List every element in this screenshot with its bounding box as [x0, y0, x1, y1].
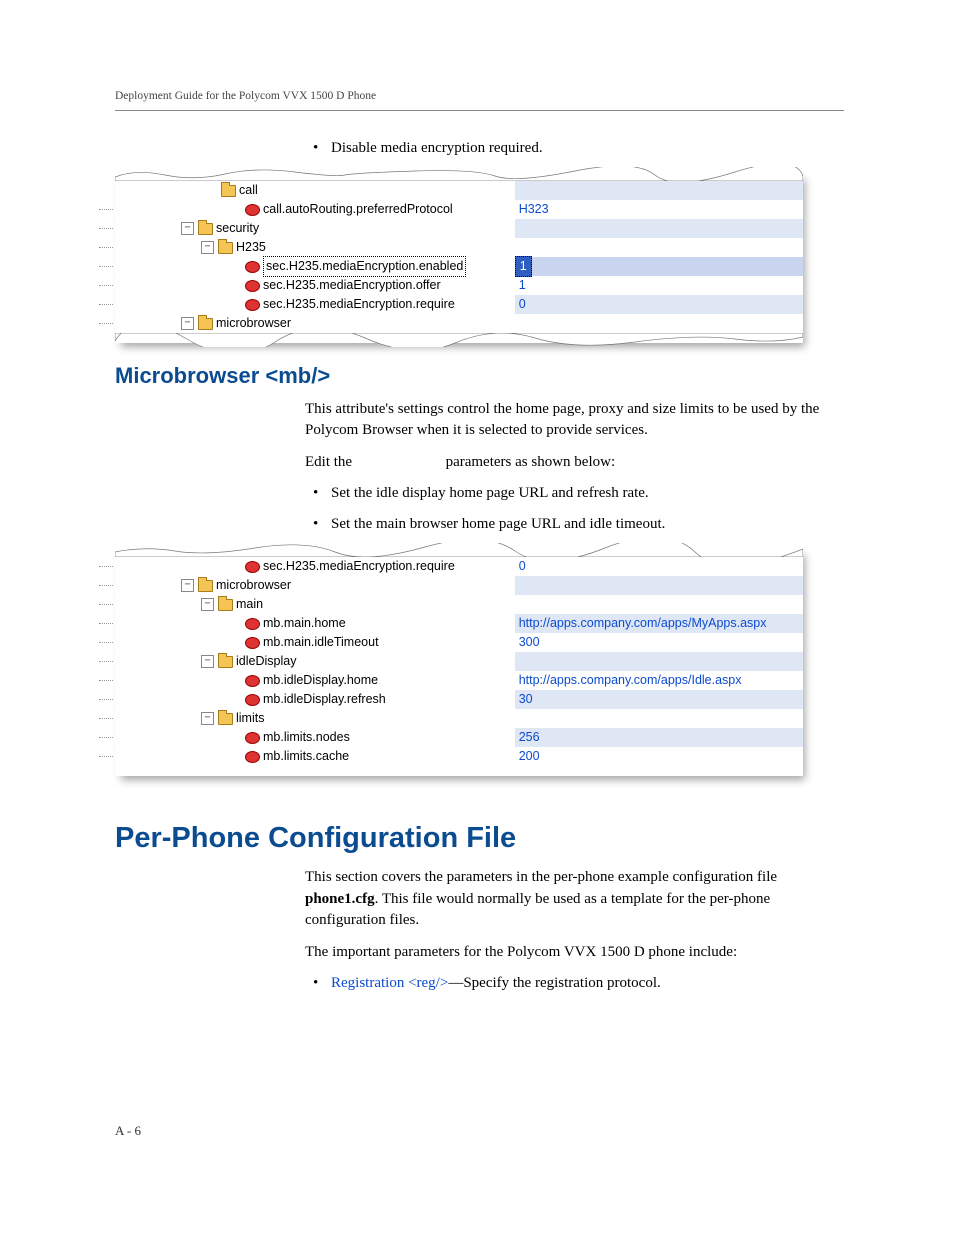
- param-icon: [245, 204, 260, 216]
- tree-item[interactable]: mb.main.home: [263, 614, 346, 633]
- tree-item[interactable]: mb.limits.cache: [263, 747, 349, 766]
- param-icon: [245, 618, 260, 630]
- bullet-registration: Registration <reg/>—Specify the registra…: [305, 974, 844, 994]
- collapse-icon[interactable]: −: [201, 712, 214, 725]
- tree-value: 30: [515, 690, 533, 709]
- param-icon: [245, 280, 260, 292]
- param-icon: [245, 561, 260, 573]
- tree-value: H323: [515, 200, 549, 219]
- tree-fragment-top: sec.H235.mediaEncryption.require: [263, 557, 455, 576]
- tree-value: http://apps.company.com/apps/Idle.aspx: [515, 671, 742, 690]
- paragraph: The important parameters for the Polycom…: [305, 942, 844, 964]
- tree-value: http://apps.company.com/apps/MyApps.aspx: [515, 614, 767, 633]
- collapse-icon[interactable]: −: [181, 317, 194, 330]
- folder-icon: [221, 185, 236, 197]
- tree-value: 256: [515, 728, 540, 747]
- heading-per-phone-config: Per-Phone Configuration File: [115, 822, 844, 855]
- tree-item[interactable]: sec.H235.mediaEncryption.offer: [263, 276, 441, 295]
- tree-value: 200: [515, 747, 540, 766]
- tree-item-selected[interactable]: sec.H235.mediaEncryption.enabled: [263, 256, 466, 277]
- paragraph: This attribute's settings control the ho…: [305, 399, 844, 443]
- config-tree-call-security: call call.autoRouting.preferredProtocol …: [115, 171, 803, 343]
- paragraph: This section covers the parameters in th…: [305, 867, 844, 932]
- tree-item[interactable]: mb.main.idleTimeout: [263, 633, 379, 652]
- tree-value: 0: [515, 295, 526, 314]
- folder-icon: [198, 580, 213, 592]
- tree-value: 1: [515, 276, 526, 295]
- collapse-icon[interactable]: −: [201, 655, 214, 668]
- tree-folder[interactable]: limits: [236, 709, 264, 728]
- link-registration[interactable]: Registration <reg/>: [331, 975, 448, 991]
- tree-fragment-top: call: [239, 181, 258, 200]
- folder-icon: [198, 318, 213, 330]
- folder-icon: [218, 599, 233, 611]
- tree-folder[interactable]: main: [236, 595, 263, 614]
- tree-folder[interactable]: H235: [236, 238, 266, 257]
- param-icon: [245, 751, 260, 763]
- folder-icon: [218, 713, 233, 725]
- param-icon: [245, 261, 260, 273]
- config-tree-microbrowser: sec.H235.mediaEncryption.require − micro…: [115, 547, 803, 776]
- collapse-icon[interactable]: −: [201, 598, 214, 611]
- tree-value: 0: [515, 557, 526, 576]
- param-icon: [245, 732, 260, 744]
- page-header: Deployment Guide for the Polycom VVX 150…: [115, 90, 844, 111]
- tree-value-selected: 1: [515, 256, 532, 277]
- folder-icon: [198, 223, 213, 235]
- bullet-disable-media: Disable media encryption required.: [305, 139, 844, 159]
- param-icon: [245, 694, 260, 706]
- bullet: Set the main browser home page URL and i…: [305, 515, 844, 535]
- tree-folder[interactable]: microbrowser: [216, 314, 291, 333]
- param-icon: [245, 675, 260, 687]
- tree-value: 300: [515, 633, 540, 652]
- collapse-icon[interactable]: −: [181, 579, 194, 592]
- tree-folder[interactable]: security: [216, 219, 259, 238]
- tree-item[interactable]: mb.idleDisplay.home: [263, 671, 378, 690]
- param-icon: [245, 299, 260, 311]
- page-number: A - 6: [115, 1123, 141, 1139]
- folder-icon: [218, 242, 233, 254]
- tree-item[interactable]: sec.H235.mediaEncryption.require: [263, 295, 455, 314]
- heading-microbrowser: Microbrowser <mb/>: [115, 363, 844, 389]
- tree-item[interactable]: mb.limits.nodes: [263, 728, 350, 747]
- bullet: Set the idle display home page URL and r…: [305, 484, 844, 504]
- paragraph: Edit the parameters as shown below:: [305, 452, 844, 474]
- tree-item[interactable]: mb.idleDisplay.refresh: [263, 690, 386, 709]
- param-icon: [245, 637, 260, 649]
- collapse-icon[interactable]: −: [181, 222, 194, 235]
- collapse-icon[interactable]: −: [201, 241, 214, 254]
- tree-folder[interactable]: microbrowser: [216, 576, 291, 595]
- folder-icon: [218, 656, 233, 668]
- tree-item[interactable]: call.autoRouting.preferredProtocol: [263, 200, 453, 219]
- tree-folder[interactable]: idleDisplay: [236, 652, 296, 671]
